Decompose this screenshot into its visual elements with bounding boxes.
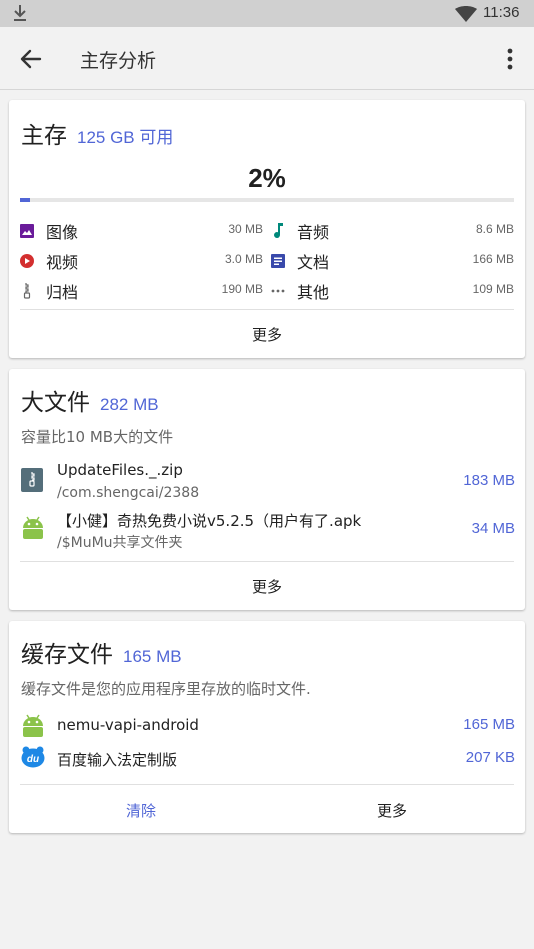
large-files-title: 大文件 — [21, 390, 90, 416]
music-note-icon — [271, 223, 285, 239]
file-name: 【小健】奇热免费小说v5.2.5（用户有了.apk — [57, 512, 362, 530]
storage-percent: 2% — [248, 163, 286, 193]
cache-subtitle: 缓存文件是您的应用程序里存放的临时文件. — [21, 680, 311, 698]
storage-progress-fill — [20, 198, 30, 202]
large-files-more-button[interactable]: 更多 — [9, 576, 525, 597]
cache-header: 缓存文件 165 MB — [21, 635, 182, 669]
status-bar: 11:36 — [0, 0, 534, 27]
clear-cache-button[interactable]: 清除 — [9, 800, 273, 821]
wifi-icon — [455, 6, 477, 26]
category-label: 图像 — [46, 223, 79, 242]
storage-available: 125 GB 可用 — [77, 128, 174, 147]
storage-title: 主存 — [21, 123, 67, 149]
android-icon — [21, 713, 45, 741]
app-name: nemu-vapi-android — [57, 716, 199, 734]
category-documents[interactable]: 文档 166 MB — [271, 249, 514, 272]
storage-header: 主存 125 GB 可用 — [21, 116, 173, 150]
category-video[interactable]: 视频 3.0 MB — [20, 249, 263, 272]
cache-more-button[interactable]: 更多 — [259, 800, 525, 821]
page-title: 主存分析 — [80, 50, 157, 72]
divider — [20, 561, 514, 562]
category-label: 归档 — [46, 283, 79, 302]
large-files-card: 大文件 282 MB 容量比10 MB大的文件 UpdateFiles._.zi… — [9, 369, 525, 610]
category-size: 166 MB — [472, 252, 514, 266]
image-icon — [20, 223, 34, 238]
baidu-input-icon: du — [21, 746, 45, 768]
download-icon — [12, 4, 28, 26]
file-size: 34 MB — [471, 520, 515, 537]
storage-card: 主存 125 GB 可用 2% 图像 30 MB 音频 8.6 MB 视频 3.… — [9, 100, 525, 358]
large-files-size: 282 MB — [100, 395, 159, 414]
category-label: 文档 — [297, 253, 330, 272]
zip-file-icon — [21, 468, 43, 496]
divider — [20, 784, 514, 785]
zipper-icon — [20, 283, 34, 299]
large-files-subtitle: 容量比10 MB大的文件 — [21, 428, 174, 446]
large-file-item[interactable]: 【小健】奇热免费小说v5.2.5（用户有了.apk /$MuMu共享文件夹 34… — [21, 510, 515, 552]
more-horiz-icon — [271, 283, 285, 297]
category-label: 音频 — [297, 223, 330, 242]
app-name: 百度输入法定制版 — [57, 751, 178, 769]
overflow-menu-icon[interactable] — [498, 46, 522, 72]
cache-size: 165 MB — [123, 647, 182, 666]
cache-app-item[interactable]: nemu-vapi-android 165 MB — [21, 713, 515, 739]
category-other[interactable]: 其他 109 MB — [271, 279, 514, 302]
cache-title: 缓存文件 — [21, 642, 113, 668]
app-cache-size: 207 KB — [465, 749, 515, 766]
category-label: 其他 — [297, 283, 330, 302]
file-name: UpdateFiles._.zip — [57, 461, 183, 479]
category-size: 8.6 MB — [475, 222, 514, 236]
category-images[interactable]: 图像 30 MB — [20, 219, 263, 242]
large-files-header: 大文件 282 MB — [21, 383, 159, 417]
app-cache-size: 165 MB — [463, 716, 515, 733]
category-size: 30 MB — [228, 222, 263, 236]
storage-more-button[interactable]: 更多 — [9, 324, 525, 345]
document-icon — [271, 253, 285, 268]
category-archives[interactable]: 归档 190 MB — [20, 279, 263, 302]
baidu-badge-text: du — [27, 754, 39, 765]
storage-progress-bar — [20, 198, 514, 202]
cache-card: 缓存文件 165 MB 缓存文件是您的应用程序里存放的临时文件. nemu-va… — [9, 621, 525, 833]
divider — [20, 309, 514, 310]
file-size: 183 MB — [463, 472, 515, 489]
play-circle-icon — [20, 253, 34, 268]
file-path: /com.shengcai/2388 — [57, 485, 200, 501]
category-label: 视频 — [46, 253, 79, 272]
category-audio[interactable]: 音频 8.6 MB — [271, 219, 514, 242]
category-size: 3.0 MB — [224, 252, 263, 266]
back-arrow-icon[interactable] — [18, 46, 44, 72]
category-size: 190 MB — [221, 282, 263, 296]
file-path: /$MuMu共享文件夹 — [57, 535, 183, 551]
app-toolbar: 主存分析 — [0, 27, 534, 90]
clock: 11:36 — [483, 4, 520, 21]
large-file-item[interactable]: UpdateFiles._.zip /com.shengcai/2388 183… — [21, 461, 515, 503]
category-size: 109 MB — [472, 282, 514, 296]
cache-app-item[interactable]: du 百度输入法定制版 207 KB — [21, 746, 515, 772]
android-icon — [21, 515, 45, 543]
